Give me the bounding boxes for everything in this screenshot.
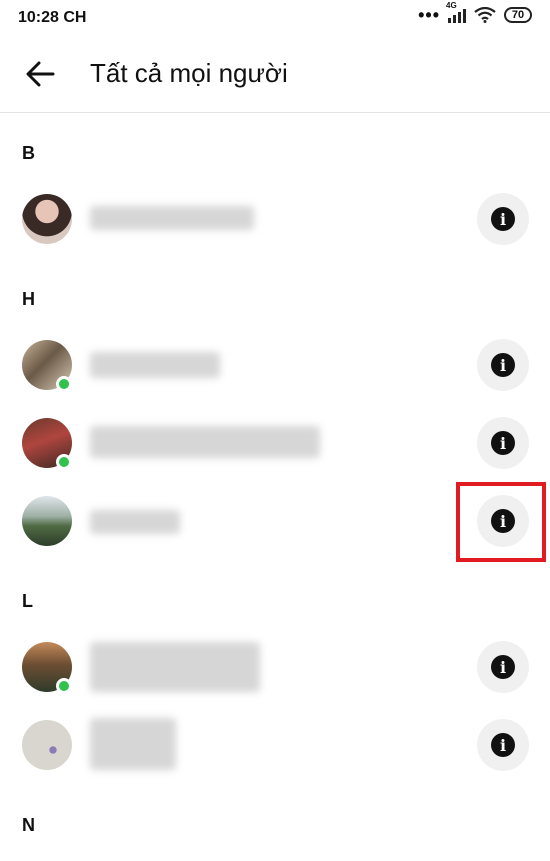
contact-name bbox=[90, 352, 220, 378]
contact-row[interactable]: i bbox=[0, 180, 550, 258]
contact-name bbox=[90, 718, 176, 770]
info-icon: i bbox=[491, 207, 515, 231]
section-header-l: L bbox=[22, 591, 33, 611]
contact-row[interactable]: i bbox=[0, 404, 550, 482]
avatar bbox=[22, 496, 72, 546]
info-icon: i bbox=[491, 655, 515, 679]
info-icon: i bbox=[491, 353, 515, 377]
online-status-indicator bbox=[56, 678, 72, 694]
online-status-indicator bbox=[56, 454, 72, 470]
signal-icon: 4G bbox=[446, 1, 466, 23]
contact-row[interactable]: i bbox=[0, 706, 550, 784]
section-header-h: H bbox=[22, 289, 35, 309]
info-icon: i bbox=[491, 431, 515, 455]
contact-row[interactable]: i bbox=[0, 628, 550, 706]
wifi-icon bbox=[474, 7, 496, 23]
battery-icon: 70 bbox=[504, 7, 532, 23]
app-header: Tất cả mọi người bbox=[0, 36, 550, 113]
info-button[interactable]: i bbox=[477, 339, 529, 391]
network-type-label: 4G bbox=[446, 1, 457, 10]
section-header-n: N bbox=[22, 815, 35, 835]
page-title: Tất cả mọi người bbox=[90, 58, 288, 88]
info-button[interactable]: i bbox=[477, 417, 529, 469]
more-dots-icon: ••• bbox=[418, 5, 440, 25]
arrow-left-icon bbox=[26, 61, 55, 87]
contact-name bbox=[90, 510, 180, 534]
contact-name bbox=[90, 642, 260, 692]
contact-row[interactable]: i bbox=[0, 326, 550, 404]
contact-name bbox=[90, 426, 320, 458]
highlight-box bbox=[456, 482, 546, 562]
back-button[interactable] bbox=[22, 56, 58, 92]
info-button[interactable]: i bbox=[477, 193, 529, 245]
avatar bbox=[22, 720, 72, 770]
info-button[interactable]: i bbox=[477, 641, 529, 693]
contact-name bbox=[90, 206, 254, 230]
info-icon: i bbox=[491, 733, 515, 757]
avatar bbox=[22, 194, 72, 244]
section-header-b: B bbox=[22, 143, 35, 163]
online-status-indicator bbox=[56, 376, 72, 392]
status-time: 10:28 CH bbox=[18, 9, 87, 26]
info-button[interactable]: i bbox=[477, 719, 529, 771]
status-icons: ••• 4G 70 bbox=[418, 1, 532, 25]
status-bar: 10:28 CH ••• 4G 70 bbox=[0, 0, 550, 36]
